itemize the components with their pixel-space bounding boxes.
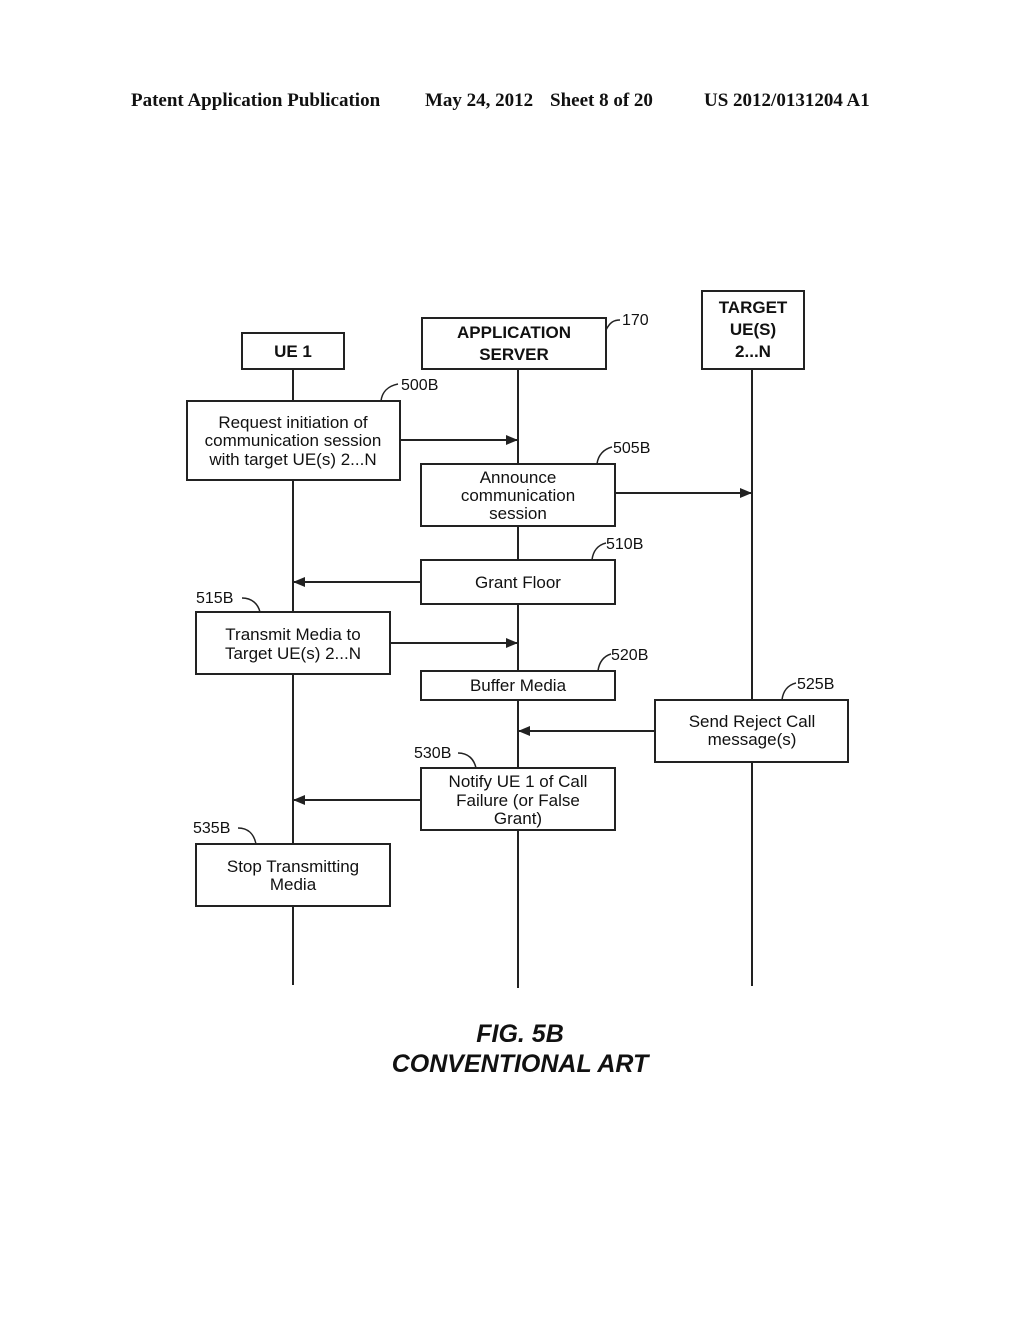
step-530b-text-line1: Notify UE 1 of Call bbox=[449, 772, 588, 791]
step-500b-text-line1: Request initiation of bbox=[218, 413, 368, 432]
sequence-diagram: UE 1 APPLICATION SERVER 170 TARGET UE(S)… bbox=[186, 290, 849, 988]
ref-leader-525b bbox=[781, 682, 797, 701]
entity-target-ues: TARGET UE(S) 2...N bbox=[701, 290, 805, 370]
entity-application-server: APPLICATION SERVER 170 bbox=[421, 312, 649, 370]
step-530b: Notify UE 1 of Call Failure (or False Gr… bbox=[414, 745, 616, 831]
entity-server-label-line2: SERVER bbox=[479, 345, 549, 364]
step-505b-text-line2: communication bbox=[461, 486, 575, 505]
figure-title: FIG. 5B bbox=[476, 1020, 564, 1048]
step-535b-text-line1: Stop Transmitting bbox=[227, 857, 359, 876]
step-530b-text-line2: Failure (or False bbox=[456, 791, 580, 810]
step-515b-text-line1: Transmit Media to bbox=[225, 625, 360, 644]
ref-label-170: 170 bbox=[622, 312, 649, 329]
entity-target-label-line1: TARGET bbox=[719, 298, 788, 317]
step-520b: Buffer Media 520B bbox=[420, 647, 648, 701]
step-510b-text: Grant Floor bbox=[475, 573, 561, 592]
ref-leader-520b bbox=[597, 653, 612, 672]
ref-label-505b: 505B bbox=[613, 440, 650, 457]
ref-leader-510b bbox=[591, 542, 607, 561]
entity-target-label-line2: UE(S) bbox=[730, 320, 776, 339]
ref-leader-535b bbox=[237, 827, 257, 845]
ref-label-525b: 525B bbox=[797, 676, 834, 693]
entity-target-label-line3: 2...N bbox=[735, 342, 771, 361]
step-530b-text-line3: Grant) bbox=[494, 809, 542, 828]
step-520b-text: Buffer Media bbox=[470, 676, 567, 695]
ref-leader-515b bbox=[241, 597, 261, 613]
step-500b-text-line2: communication session bbox=[205, 431, 382, 450]
ref-leader-500b bbox=[380, 383, 399, 402]
ref-leader-530b bbox=[457, 752, 477, 769]
ref-label-535b: 535B bbox=[193, 820, 230, 837]
step-515b-text-line2: Target UE(s) 2...N bbox=[225, 644, 361, 663]
ref-label-510b: 510B bbox=[606, 536, 643, 553]
entity-ue1-label: UE 1 bbox=[274, 342, 312, 361]
ref-leader-170 bbox=[605, 319, 621, 331]
ref-label-500b: 500B bbox=[401, 377, 438, 394]
step-525b-text-line1: Send Reject Call bbox=[689, 712, 816, 731]
step-525b-text-line2: message(s) bbox=[708, 730, 797, 749]
step-505b: Announce communication session 505B bbox=[420, 440, 650, 527]
step-535b-text-line2: Media bbox=[270, 875, 317, 894]
ref-label-520b: 520B bbox=[611, 647, 648, 664]
ref-label-515b: 515B bbox=[196, 590, 233, 607]
entity-server-label-line1: APPLICATION bbox=[457, 323, 571, 342]
step-535b: Stop Transmitting Media 535B bbox=[193, 820, 391, 907]
ref-label-530b: 530B bbox=[414, 745, 451, 762]
step-505b-text-line3: session bbox=[489, 504, 547, 523]
step-505b-text-line1: Announce bbox=[480, 468, 557, 487]
figure-subtitle: CONVENTIONAL ART bbox=[391, 1050, 649, 1078]
step-500b: Request initiation of communication sess… bbox=[186, 377, 438, 481]
step-500b-text-line3: with target UE(s) 2...N bbox=[208, 450, 376, 469]
entity-ue1: UE 1 bbox=[241, 332, 345, 370]
ref-leader-505b bbox=[596, 446, 613, 465]
step-510b: Grant Floor 510B bbox=[420, 536, 643, 605]
